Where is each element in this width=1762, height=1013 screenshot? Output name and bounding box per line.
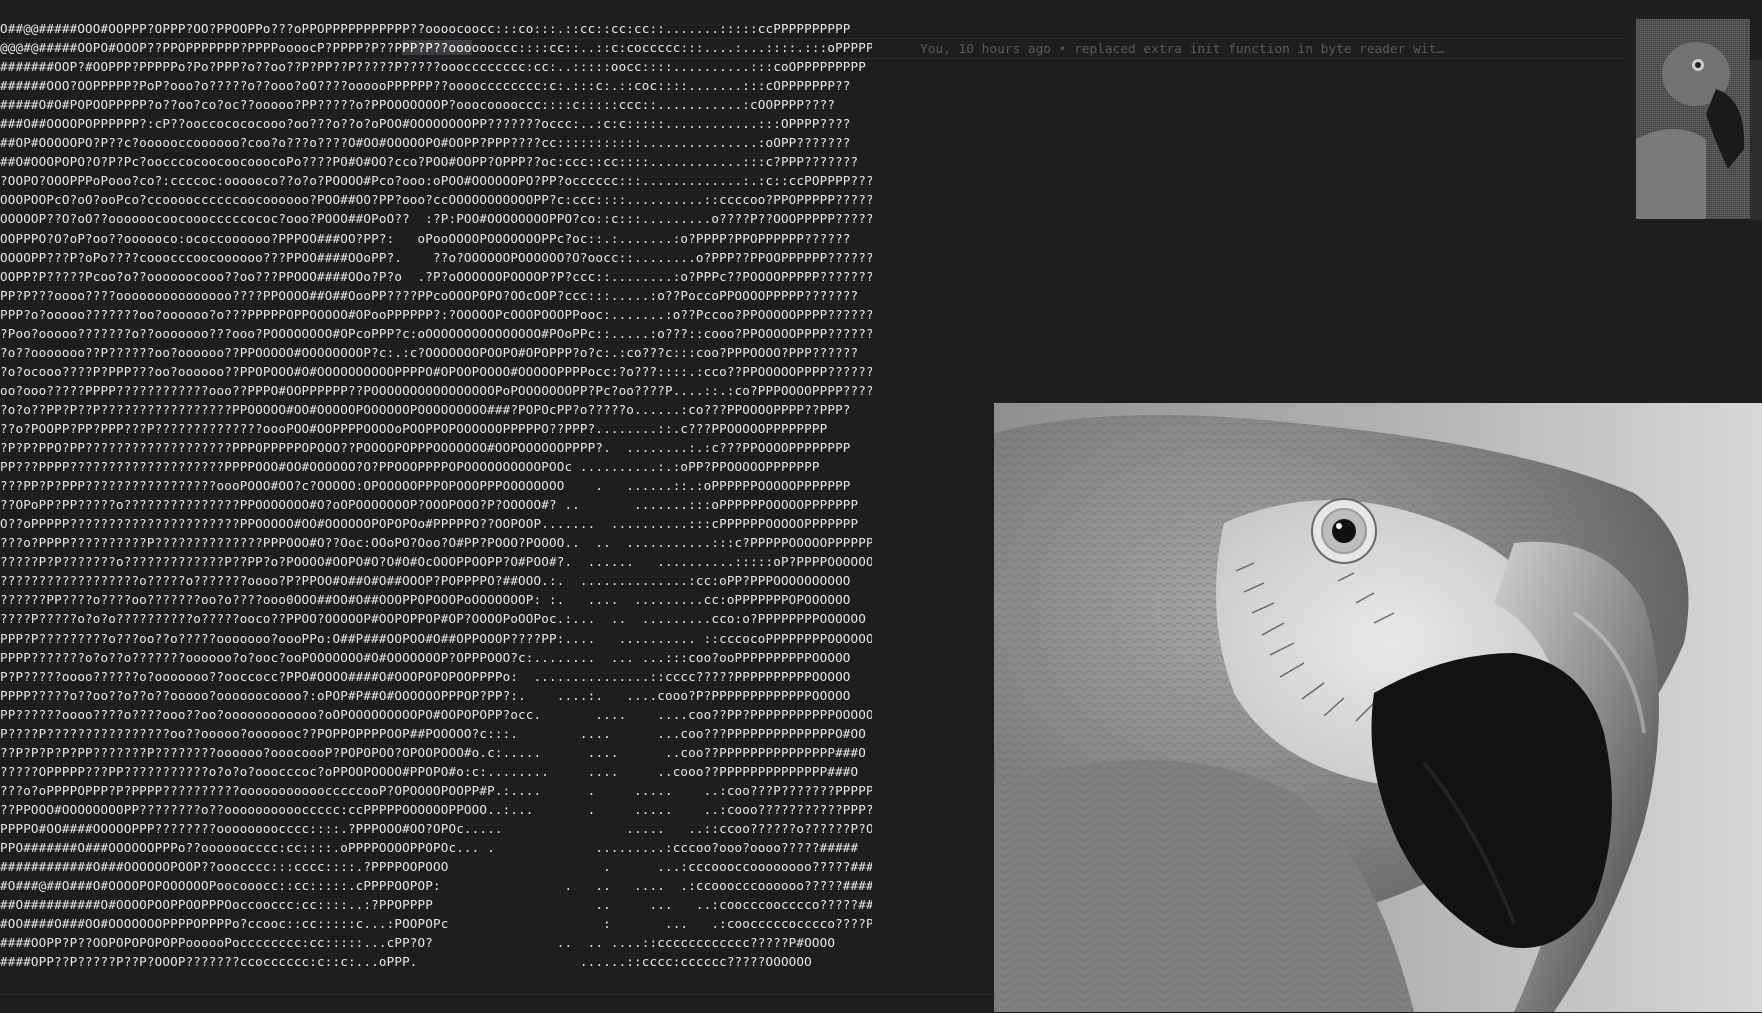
- code-line[interactable]: OOPPPO?O?oP?oo??oooooco:ococcoooooo?PPPO…: [0, 229, 872, 248]
- code-line[interactable]: #######OOP?#OOPPP?PPPPPo?Po?PPP?o??oo??P…: [0, 57, 872, 76]
- minimap[interactable]: [1636, 19, 1750, 219]
- git-blame-annotation: You, 10 hours ago • replaced extra init …: [920, 42, 1444, 57]
- code-line[interactable]: ####OOPP?P??OOPOPOPOPOPPoooooPocccccccc:…: [0, 933, 872, 952]
- code-line[interactable]: ?????OPPPPP???PP???????????o?o?o?oooccco…: [0, 762, 872, 781]
- code-line[interactable]: ???o?oPPPPOPPP?P?PPPP??????????ooooooooo…: [0, 781, 872, 800]
- code-line[interactable]: ???o?PPPP??????????P??????????????PPPOOO…: [0, 533, 872, 552]
- code-line[interactable]: ??????PP????o????oo???????oo?o????ooo0OO…: [0, 590, 872, 609]
- code-line[interactable]: O##@@#####OOO#OOPPP?OPPP?OO?PPOOPPo???oP…: [0, 19, 872, 38]
- code-line[interactable]: PPP?o?ooooo???????oo?oooooo?o???PPPPPOPP…: [0, 305, 872, 324]
- code-line[interactable]: ??OPoPP?PP?????o???????????????PPOOOOOOO…: [0, 495, 872, 514]
- code-line[interactable]: PP?P???oooo????ooooooooooooooo????PPOOOO…: [0, 286, 872, 305]
- code-line[interactable]: ??P?P?P?P?PP???????P????????oooooo?oooco…: [0, 743, 872, 762]
- code-line[interactable]: ?o?o??PP?P??P?????????????????PPOOOOO#OO…: [0, 400, 872, 419]
- code-line[interactable]: P????P????????????????oo??ooooo?ooooooc?…: [0, 724, 872, 743]
- code-line[interactable]: ???PP?P?PPP?????????????????oooPOOO#OO?c…: [0, 476, 872, 495]
- code-line[interactable]: ##O#OOOPOPO?O?P?Pc?oocccocoocoocooocoPo?…: [0, 152, 872, 171]
- code-line[interactable]: PPO#######O###OOOOOOPPPo??oooooocccc:cc:…: [0, 838, 872, 857]
- code-line[interactable]: OOOOOP??O?oO??oooooocoocooocccccococ?ooo…: [0, 209, 872, 228]
- code-line[interactable]: ##O##########O#OOOOPOOPPOOPPPOoccooccc:c…: [0, 895, 872, 914]
- code-line[interactable]: PP??????oooo????o????ooo??oo?ooooooooooo…: [0, 705, 872, 724]
- editor-lines[interactable]: O##@@#####OOO#OOPPP?OPPP?OO?PPOOPPo???oP…: [0, 19, 872, 989]
- status-bar: [0, 994, 994, 1013]
- code-line[interactable]: P?P?????oooo??????o?ooooooo??ooccocc?PPO…: [0, 667, 872, 686]
- code-line[interactable]: PPP?P?????????o???oo??o?????ooooooo?oooP…: [0, 629, 872, 648]
- code-line[interactable]: ############O###OOOOOOPOOP??ooocccc:::cc…: [0, 857, 872, 876]
- code-line[interactable]: #OO####O###OO#OOOOOOOPPPPOPPPPo?ccooc::c…: [0, 914, 872, 933]
- code-line[interactable]: ??PPOOO#OOOOOOOOPP????????o??ooooooooooc…: [0, 800, 872, 819]
- code-line[interactable]: @@@#@#####OOPO#OOOP??PPOPPPPPPP?PPPPoooo…: [0, 38, 872, 57]
- code-line[interactable]: ?o??ooooooo??P??????oo?oooooo??PPOOOOO#O…: [0, 343, 872, 362]
- code-line[interactable]: PPPPO#OO####OOOOOPPP????????oooooooocccc…: [0, 819, 872, 838]
- code-line[interactable]: ?OOPO?OOOPPPoPooo?co?:ccccoc:oooooco??o?…: [0, 171, 872, 190]
- code-line[interactable]: PP???PPPP????????????????????PPPPOOO#OO#…: [0, 457, 872, 476]
- parrot-photo: [994, 403, 1762, 1012]
- parrot-photo-icon: [994, 403, 1762, 1012]
- code-line[interactable]: OOPP?P?????Pcoo?o??oooooocooo??oo???PPOO…: [0, 267, 872, 286]
- code-line[interactable]: oo?ooo?????PPPP????????????ooo??PPPO#OOP…: [0, 381, 872, 400]
- code-line[interactable]: O??oPPPPP??????????????????????PPOOOOO#O…: [0, 514, 872, 533]
- code-line[interactable]: PPPP???????o?o??o???????oooooo?o?ooc?ooP…: [0, 648, 872, 667]
- code-line[interactable]: ??o?POOPP?PP?PPP???P??????????????oooPOO…: [0, 419, 872, 438]
- title-bar: [0, 0, 1762, 19]
- code-line[interactable]: OOOPOOPcO?oO?ooPco?ccooooccccccoocoooooo…: [0, 190, 872, 209]
- scrollbar-thumb[interactable]: [1750, 60, 1762, 220]
- code-line[interactable]: ##OP#OOOOOPO?P??c?oooooccoooooo?coo?o???…: [0, 133, 872, 152]
- minimap-preview-icon: [1636, 19, 1750, 219]
- code-line[interactable]: ######OOO?OOPPPPP?PoP?ooo?o?????o??ooo?o…: [0, 76, 872, 95]
- selected-text[interactable]: PP?P??ooo: [402, 40, 472, 56]
- code-line[interactable]: ????P?????o?o?o??????????o?????ooco??PPO…: [0, 609, 872, 628]
- code-line[interactable]: OOOOPP???P?oPo????cooocccoocoooooo???PPO…: [0, 248, 872, 267]
- code-line[interactable]: #O###@##O###O#OOOOPOPOOOOOOPoocooocc::cc…: [0, 876, 872, 895]
- code-line[interactable]: ?Poo?ooooo???????o??ooooooo???ooo?POOOOO…: [0, 324, 872, 343]
- code-line[interactable]: ?o?ocooo????P?PPP???oo?oooooo??PPOPOOO#O…: [0, 362, 872, 381]
- code-line[interactable]: ###O##OOOOPOPPPPPP?:cP??ooccocococooo?oo…: [0, 114, 872, 133]
- code-line[interactable]: ?P?P?PPO?PP???????????????????PPPOPPPPPO…: [0, 438, 872, 457]
- code-line[interactable]: PPPP?????o??oo??o??o??ooooo?oooooocoooo?…: [0, 686, 872, 705]
- code-line[interactable]: ####OPP??P?????P??P?OOOP???????ccocccccc…: [0, 952, 872, 971]
- code-line[interactable]: #####O#O#POPOOPPPPP?o??oo?co?oc??ooooo?P…: [0, 95, 872, 114]
- code-line[interactable]: ?????P?P???????o?????????????P??PP?o?POO…: [0, 552, 872, 571]
- code-line[interactable]: ??????????????????o?????o???????oooo?P?P…: [0, 571, 872, 590]
